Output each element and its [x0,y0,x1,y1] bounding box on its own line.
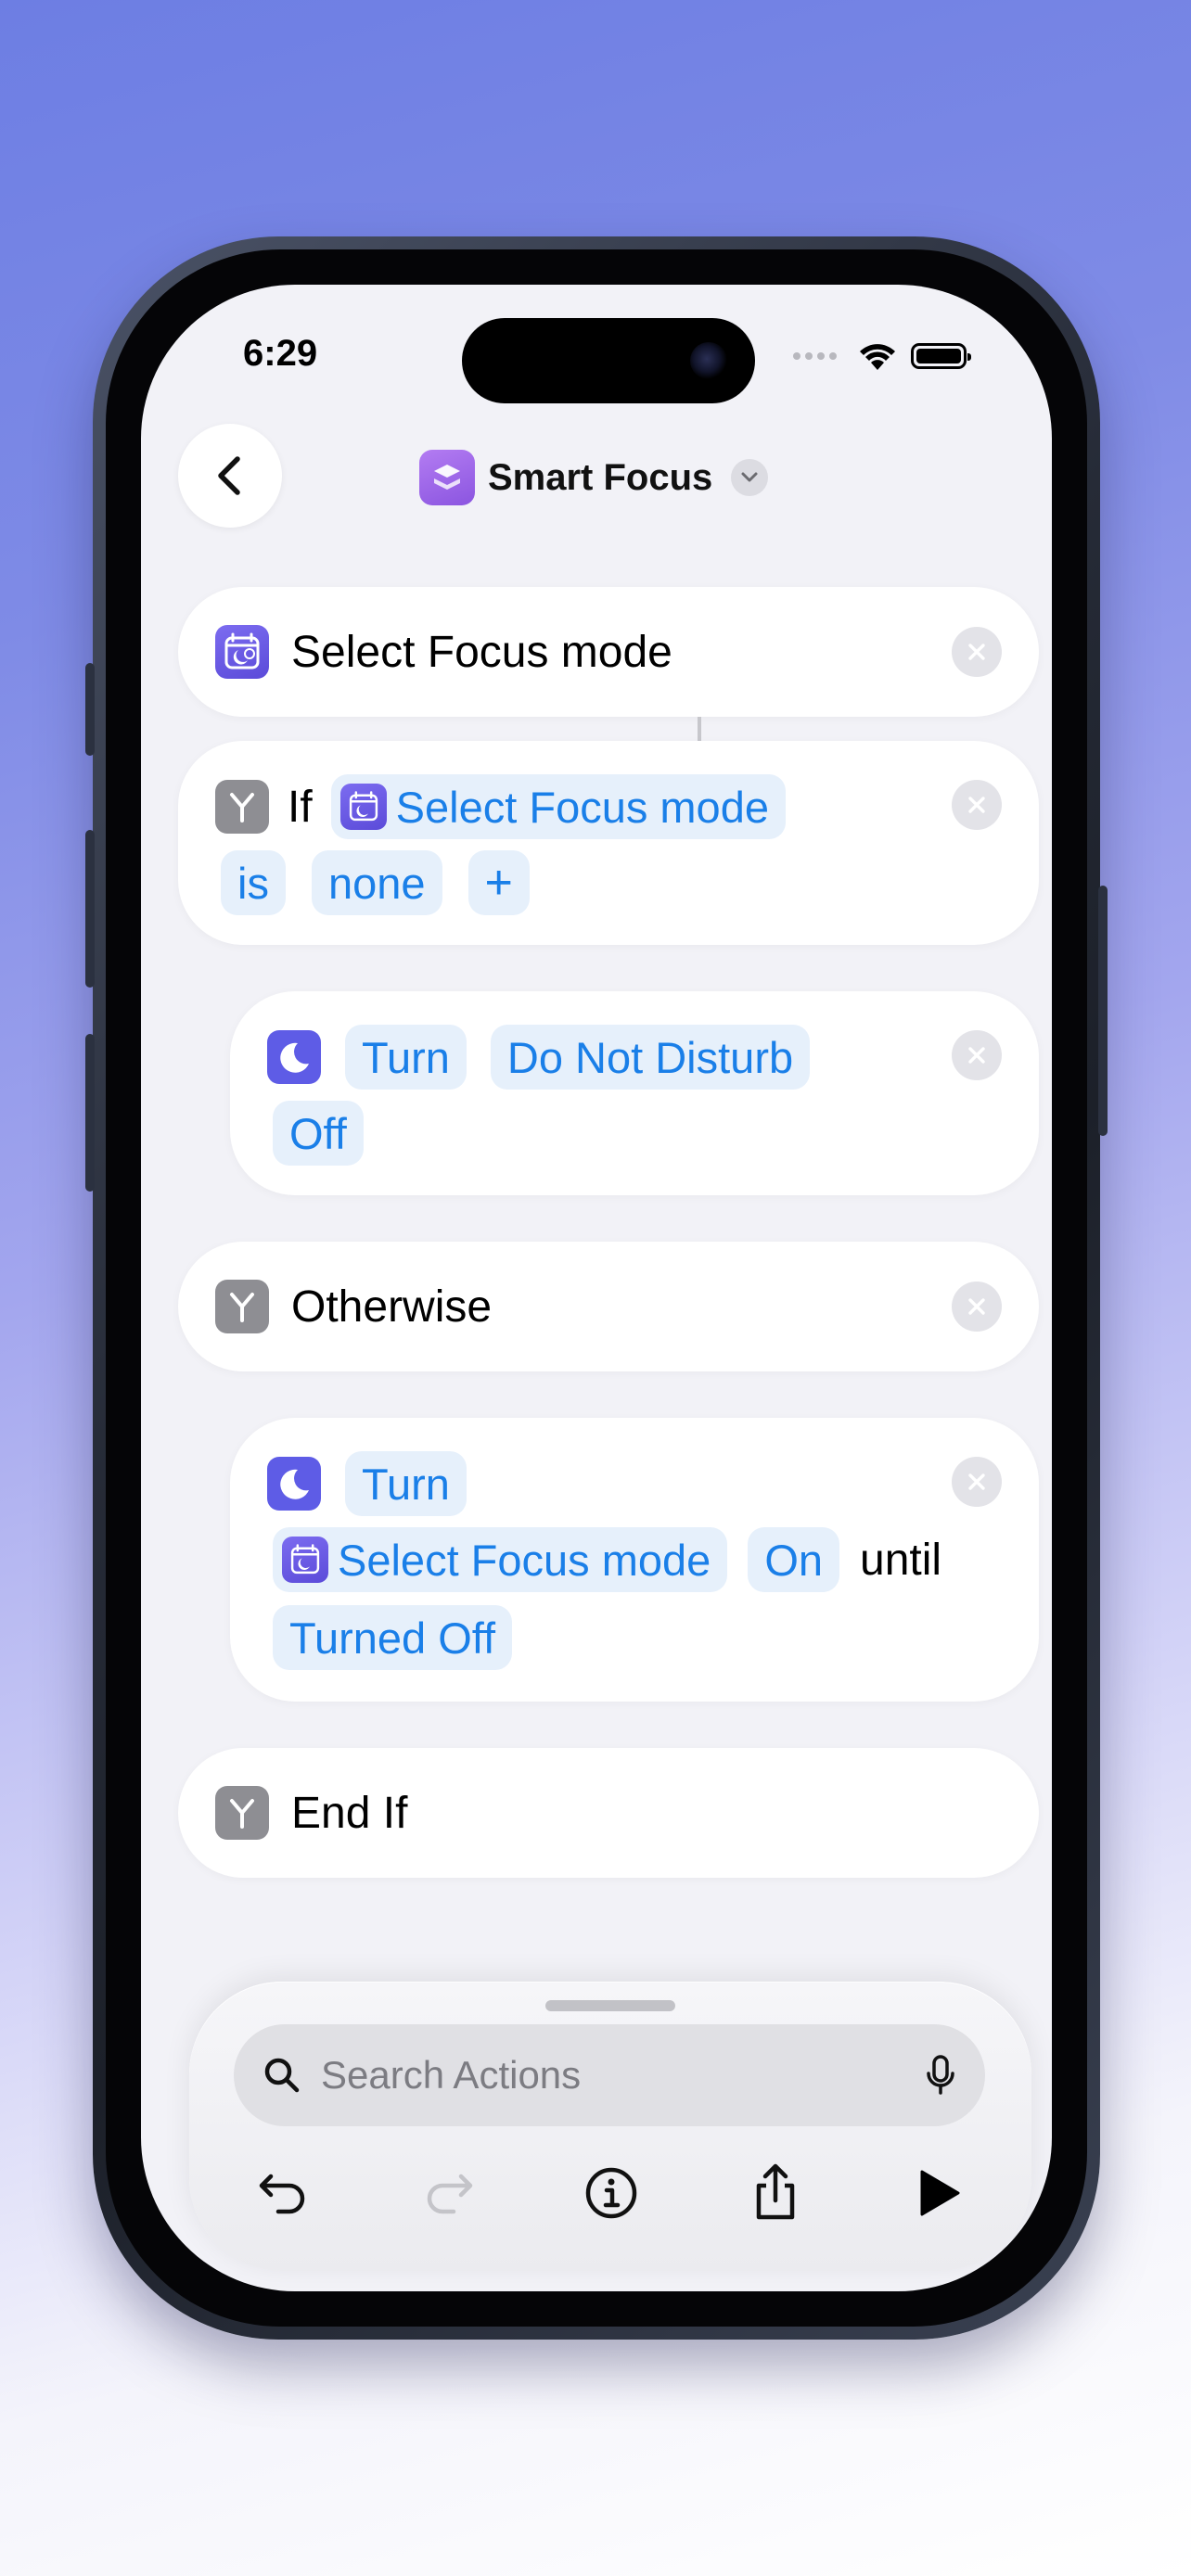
variable-token-select-focus-mode[interactable]: Select Focus mode [330,774,786,839]
state-token[interactable]: Off [273,1101,364,1166]
phone-frame: 6:29 Smart Focus Select Focus mode If Se… [85,236,1108,2340]
undo-button[interactable] [245,2154,323,2232]
share-button[interactable] [736,2154,814,2232]
undo-icon [259,2174,305,2214]
turn-verb-token[interactable]: Turn [345,1025,467,1090]
remove-action-button[interactable] [952,627,1002,677]
microphone-icon[interactable] [924,2053,957,2098]
volume-down-button [85,1034,95,1192]
back-button[interactable] [178,424,282,528]
search-input[interactable]: Search Actions [321,2053,924,2098]
wifi-icon [860,344,895,370]
until-value-token[interactable]: Turned Off [273,1605,513,1670]
redo-icon [427,2174,472,2214]
side-button [1098,886,1108,1136]
action-label: End If [291,1788,408,1838]
condition-operator[interactable]: is [221,850,286,915]
status-indicators [793,340,971,372]
variable-token-select-focus-mode[interactable]: Select Focus mode [273,1527,728,1592]
search-icon [264,2058,300,2093]
branch-icon [215,1786,269,1840]
until-keyword: until [860,1535,942,1585]
sheet-grabber[interactable] [545,2000,675,2011]
moon-icon [267,1457,321,1511]
chevron-left-icon [218,456,240,495]
search-actions-field[interactable]: Search Actions [234,2024,985,2126]
variable-label: Select Focus mode [338,1535,711,1585]
action-turn-do-not-disturb[interactable]: Turn Do Not Disturb Off [230,991,1039,1195]
action-label: Otherwise [291,1282,493,1332]
remove-action-button[interactable] [952,1457,1002,1507]
chevron-down-icon[interactable] [731,459,769,496]
turn-verb-token[interactable]: Turn [345,1451,467,1516]
focus-calendar-icon [339,784,387,830]
moon-icon [267,1030,321,1084]
screen: 6:29 Smart Focus Select Focus mode If Se… [141,285,1052,2291]
remove-action-button[interactable] [952,780,1002,830]
action-select-focus-mode[interactable]: Select Focus mode [178,587,1039,717]
focus-target-token[interactable]: Do Not Disturb [490,1025,811,1090]
add-condition-button[interactable]: + [467,850,530,915]
info-button[interactable] [572,2154,650,2232]
close-icon [968,644,985,660]
cellular-signal-icon [793,352,837,360]
branch-icon [215,1280,269,1333]
camera [690,342,727,379]
run-button[interactable] [900,2154,978,2232]
close-icon [968,797,985,813]
dynamic-island [462,318,755,403]
status-time: 6:29 [243,333,318,374]
battery-icon [911,343,971,369]
focus-calendar-icon [282,1537,328,1583]
branch-icon [215,780,269,834]
shortcuts-app-icon [419,450,475,505]
editor-toolbar [245,2154,978,2232]
action-turn-focus-on[interactable]: Turn Select Focus mode On until Turned O… [230,1418,1039,1702]
close-icon [968,1298,985,1315]
info-icon [585,2167,637,2219]
flow-connector [698,717,701,741]
bezel: 6:29 Smart Focus Select Focus mode If Se… [106,249,1087,2327]
volume-up-button [85,830,95,988]
shortcut-title: Smart Focus [488,456,713,498]
condition-value[interactable]: none [311,850,442,915]
variable-label: Select Focus mode [395,782,769,832]
action-if[interactable]: If Select Focus mode is none + [178,741,1039,945]
share-icon [756,2163,794,2220]
action-button [85,663,95,756]
actions-bottom-sheet: Search Actions [189,1982,1031,2271]
close-icon [968,1047,985,1064]
remove-action-button[interactable] [952,1282,1002,1332]
state-token[interactable]: On [748,1527,840,1592]
remove-action-button[interactable] [952,1030,1002,1080]
focus-calendar-icon [215,625,269,679]
redo-button[interactable] [409,2154,487,2232]
shortcut-title-menu[interactable]: Smart Focus [419,450,769,505]
action-end-if[interactable]: End If [178,1748,1039,1878]
action-otherwise[interactable]: Otherwise [178,1242,1039,1371]
play-icon [920,2170,960,2216]
action-label: Select Focus mode [291,627,672,677]
if-keyword: If [288,782,313,832]
close-icon [968,1473,985,1490]
